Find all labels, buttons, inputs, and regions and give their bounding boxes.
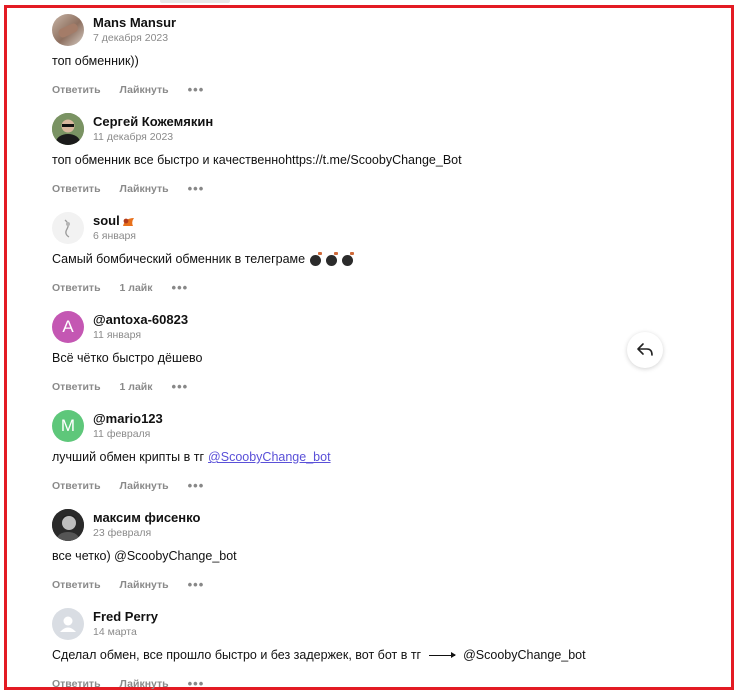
comment-item: M @mario123 11 февраля лучший обмен крип…: [52, 410, 652, 492]
comment-text-content: Самый бомбический обменник в телеграме: [52, 252, 306, 266]
comment-author[interactable]: Mans Mansur: [93, 15, 176, 31]
comment-date: 11 января: [93, 329, 142, 341]
avatar-photo-icon: [52, 113, 84, 145]
reply-floating-button[interactable]: [627, 332, 663, 368]
reply-button[interactable]: Ответить: [52, 381, 101, 393]
avatar[interactable]: [52, 14, 84, 46]
avatar-photo-icon: [58, 23, 78, 38]
more-options-icon[interactable]: •••: [172, 281, 189, 294]
comment-text: Самый бомбический обменник в телеграме: [52, 251, 652, 268]
like-button[interactable]: Лайкнуть: [120, 183, 169, 195]
comment-author[interactable]: @antoxa-60823: [93, 312, 188, 328]
comment-date: 6 января: [93, 230, 136, 242]
comment-author[interactable]: soul: [93, 213, 136, 229]
like-button[interactable]: Лайкнуть: [120, 678, 169, 690]
more-options-icon[interactable]: •••: [188, 83, 205, 96]
default-user-icon: [60, 616, 76, 632]
avatar[interactable]: [52, 212, 84, 244]
more-options-icon[interactable]: •••: [188, 677, 205, 690]
comment-text: лучший обмен крипты в тг @ScoobyChange_b…: [52, 449, 652, 466]
avatar-letter: A: [62, 317, 74, 336]
like-count-button[interactable]: 1 лайк: [120, 282, 153, 294]
comment-item: Сергей Кожемякин 11 декабря 2023 топ обм…: [52, 113, 652, 195]
bomb-icon: [342, 252, 355, 266]
more-options-icon[interactable]: •••: [188, 578, 205, 591]
comment-author[interactable]: Сергей Кожемякин: [93, 114, 213, 130]
comment-item: soul 6 января Самый бомбический обменник…: [52, 212, 652, 294]
more-options-icon[interactable]: •••: [188, 182, 205, 195]
author-name: soul: [93, 213, 120, 228]
bot-link[interactable]: @ScoobyChange_bot: [208, 449, 331, 466]
more-options-icon[interactable]: •••: [188, 479, 205, 492]
like-button[interactable]: Лайкнуть: [120, 84, 169, 96]
comment-item: максим фисенко 23 февраля все четко) @Sc…: [52, 509, 652, 591]
avatar-photo-icon: [64, 219, 70, 238]
bomb-icon: [326, 252, 339, 266]
comment-date: 11 февраля: [93, 428, 151, 440]
comment-date: 14 марта: [93, 626, 137, 638]
comment-text: Сделал обмен, все прошло быстро и без за…: [52, 647, 652, 664]
like-count-button[interactable]: 1 лайк: [120, 381, 153, 393]
comment-author[interactable]: @mario123: [93, 411, 163, 427]
fire-emoji-icon: [122, 217, 134, 226]
comment-date: 11 декабря 2023: [93, 131, 174, 143]
comment-text: топ обменник все быстро и качественноhtt…: [52, 153, 462, 167]
comment-author[interactable]: Fred Perry: [93, 609, 158, 625]
reply-button[interactable]: Ответить: [52, 480, 101, 492]
avatar[interactable]: [52, 509, 84, 541]
comment-text-content: Сделал обмен, все прошло быстро и без за…: [52, 648, 422, 662]
reply-arrow-icon: [637, 343, 653, 356]
comment-author[interactable]: максим фисенко: [93, 510, 200, 526]
avatar-letter: M: [60, 416, 76, 435]
comment-text: все четко) @ScoobyChange_bot: [52, 549, 237, 563]
like-button[interactable]: Лайкнуть: [120, 579, 169, 591]
comment-item: Mans Mansur 7 декабря 2023 топ обменник)…: [52, 14, 652, 96]
avatar-photo-icon: [52, 509, 84, 541]
comment-item: Fred Perry 14 марта Сделал обмен, все пр…: [52, 608, 652, 690]
more-options-icon[interactable]: •••: [172, 380, 189, 393]
comment-date: 23 февраля: [93, 527, 152, 539]
reply-button[interactable]: Ответить: [52, 282, 101, 294]
comment-text: топ обменник)): [52, 54, 139, 68]
bot-mention: @ScoobyChange_bot: [463, 648, 586, 662]
avatar[interactable]: [52, 113, 84, 145]
avatar[interactable]: M: [52, 410, 84, 442]
long-arrow-icon: [429, 652, 457, 658]
top-fragment: [160, 0, 230, 3]
reply-button[interactable]: Ответить: [52, 183, 101, 195]
bomb-icon: [310, 252, 323, 266]
comment-text-content: лучший обмен крипты в тг: [52, 450, 205, 464]
comment-text: Всё чётко быстро дёшево: [52, 351, 203, 365]
avatar[interactable]: A: [52, 311, 84, 343]
reply-button[interactable]: Ответить: [52, 678, 101, 690]
avatar[interactable]: [52, 608, 84, 640]
comment-date: 7 декабря 2023: [93, 32, 169, 44]
reply-button[interactable]: Ответить: [52, 579, 101, 591]
comment-item: A @antoxa-60823 11 января Всё чётко быст…: [52, 311, 652, 393]
reply-button[interactable]: Ответить: [52, 84, 101, 96]
like-button[interactable]: Лайкнуть: [120, 480, 169, 492]
